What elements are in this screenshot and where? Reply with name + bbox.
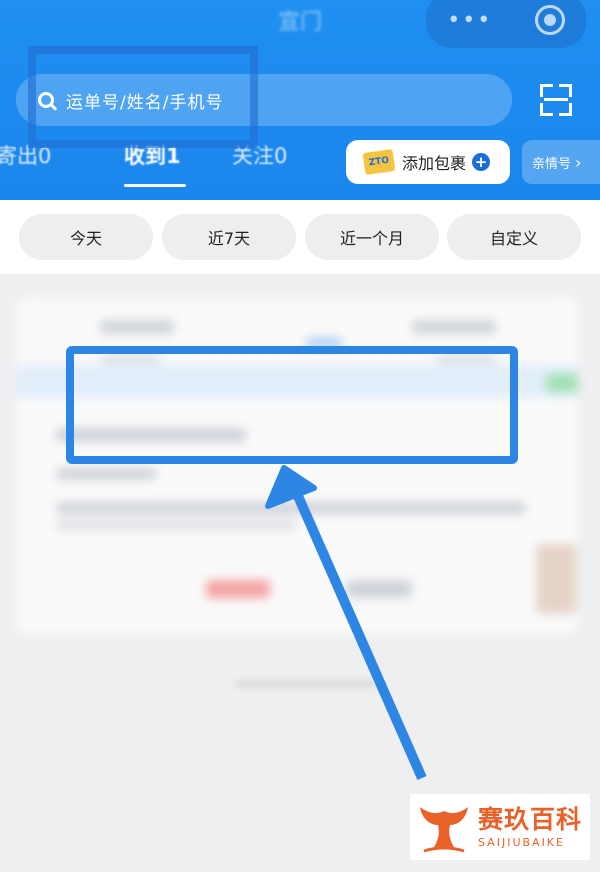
chevron-right-icon: › <box>575 152 582 172</box>
filter-7-days-button[interactable]: 近7天 <box>162 214 296 260</box>
scan-icon[interactable] <box>540 84 572 116</box>
search-highlight-box <box>28 46 258 148</box>
watermark-name-cn: 赛玖百科 <box>478 804 583 834</box>
filter-month-button[interactable]: 近一个月 <box>305 214 439 260</box>
watermark: 赛玖百科 SAIJIUBAIKE <box>410 794 590 860</box>
watermark-name-en: SAIJIUBAIKE <box>478 835 565 849</box>
add-package-label: 添加包裹 <box>402 154 467 173</box>
package-highlight-box <box>66 346 518 464</box>
add-package-button[interactable]: ZTO 添加包裹 + <box>346 140 510 184</box>
more-dots-icon[interactable]: ••• <box>447 8 492 33</box>
package-icon: ZTO <box>362 149 396 175</box>
whale-tail-logo-icon <box>420 807 468 853</box>
active-tab-indicator <box>124 184 186 187</box>
family-number-label: 亲情号 <box>532 156 572 172</box>
target-icon[interactable] <box>534 5 565 35</box>
filter-today-button[interactable]: 今天 <box>19 214 153 260</box>
date-filter-row: 今天 近7天 近一个月 自定义 <box>0 200 600 274</box>
bottom-hint <box>236 680 376 688</box>
mini-program-capsule: ••• <box>426 0 586 48</box>
plus-circle-icon: + <box>472 153 491 171</box>
family-number-button[interactable]: 亲情号 › <box>522 140 600 184</box>
filter-custom-button[interactable]: 自定义 <box>447 214 581 260</box>
